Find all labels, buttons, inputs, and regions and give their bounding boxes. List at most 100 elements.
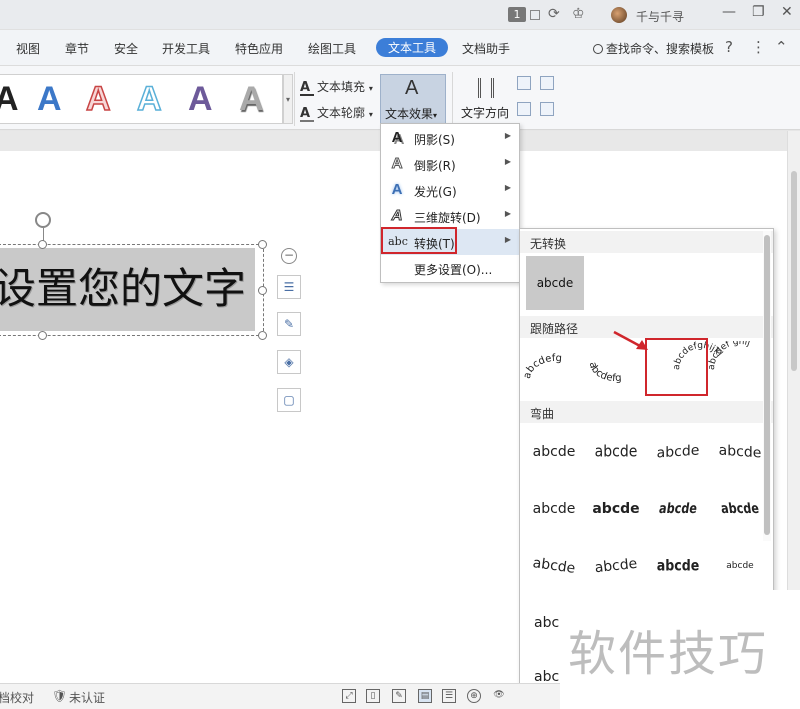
- warp-triangle-up[interactable]: abcde: [648, 425, 708, 479]
- menu-item-reflection[interactable]: A 倒影(R) ▶: [381, 151, 519, 177]
- web-view-icon[interactable]: ⊕: [467, 689, 481, 703]
- text-style-gray[interactable]: A: [239, 79, 264, 119]
- warp-chevron-up[interactable]: abcde: [524, 484, 584, 534]
- write-mode-icon[interactable]: ✎: [392, 689, 406, 703]
- outline-icon[interactable]: ▢: [277, 388, 301, 412]
- text-box[interactable]: 设置您的文字: [0, 248, 255, 331]
- divider: [294, 72, 295, 126]
- resize-handle[interactable]: [258, 286, 267, 295]
- text-fill-button[interactable]: A 文本填充 ▾: [300, 78, 373, 96]
- menu-item-more-settings[interactable]: 更多设置(O)...: [381, 255, 519, 281]
- skin-icon[interactable]: ♔: [572, 6, 585, 22]
- restore-icon[interactable]: ❐: [752, 4, 765, 20]
- menu-item-shadow[interactable]: A 阴影(S) ▶: [381, 125, 519, 151]
- collapse-tools-icon[interactable]: −: [281, 248, 297, 264]
- break-link-icon[interactable]: [540, 102, 554, 116]
- divider: [452, 72, 453, 126]
- outline-view-icon[interactable]: ☰: [442, 689, 456, 703]
- text-style-gallery: A A A A A A: [0, 74, 283, 124]
- text-effect-button[interactable]: A 文本效果▾: [380, 74, 446, 126]
- warp-circle[interactable]: abcde: [651, 539, 705, 594]
- text-box-icon[interactable]: [540, 76, 554, 90]
- section-no-transform: 无转换: [520, 231, 773, 253]
- collapse-ribbon-icon[interactable]: ⌃: [775, 38, 788, 56]
- resize-handle[interactable]: [38, 240, 47, 249]
- text-style-blue[interactable]: A: [37, 79, 62, 119]
- layout-options-icon[interactable]: ☰: [277, 275, 301, 299]
- page-view-icon[interactable]: ▤: [418, 689, 432, 703]
- highlight-box-circle: [645, 338, 708, 396]
- text-style-red-outline[interactable]: A: [85, 79, 111, 119]
- text-direction-button[interactable]: 文字方向: [461, 74, 511, 126]
- no-transform-option[interactable]: abcde: [526, 256, 584, 310]
- help-icon[interactable]: ?: [725, 38, 733, 56]
- text-outline-button[interactable]: A 文本轮廓 ▾: [300, 104, 373, 122]
- gallery-expand-icon[interactable]: ▾: [283, 74, 293, 124]
- title-bar: 1 ⟳ ♔ 千与千寻 — ❐ ✕: [0, 0, 800, 30]
- text-box-content[interactable]: 设置您的文字: [0, 264, 246, 314]
- read-mode-icon[interactable]: ▯: [366, 689, 380, 703]
- tab-developer[interactable]: 开发工具: [162, 40, 210, 57]
- minimize-icon[interactable]: —: [722, 4, 736, 20]
- tab-view[interactable]: 视图: [16, 40, 40, 57]
- warp-chevron-down[interactable]: abcde: [586, 484, 646, 534]
- resize-handle[interactable]: [258, 240, 267, 249]
- resize-handle[interactable]: [258, 331, 267, 340]
- chevron-right-icon: ▶: [504, 235, 511, 244]
- status-bar: 档校对 🛡 未认证 ⤢ ▯ ✎ ▤ ☰ ⊕ 👁: [0, 683, 560, 709]
- sync-icon[interactable]: ⟳: [548, 6, 560, 22]
- warp-ring-outside[interactable]: abcde: [712, 484, 767, 534]
- panel-scrollbar-thumb[interactable]: [764, 235, 770, 535]
- certify-status[interactable]: 未认证: [69, 689, 105, 706]
- resize-handle[interactable]: [38, 331, 47, 340]
- warp-button[interactable]: abcde: [710, 541, 770, 591]
- tab-chapter[interactable]: 章节: [65, 40, 89, 57]
- pen-icon[interactable]: ✎: [277, 312, 301, 336]
- create-link-icon[interactable]: [517, 102, 531, 116]
- user-name[interactable]: 千与千寻: [636, 8, 684, 25]
- proofread-status[interactable]: 档校对: [0, 689, 34, 706]
- path-button[interactable]: abcdef ghij: [707, 341, 751, 370]
- command-search[interactable]: 查找命令、搜索模板: [593, 40, 714, 57]
- warp-ring-inside[interactable]: abcde: [650, 484, 705, 534]
- tab-doc-assistant[interactable]: 文档助手: [462, 40, 510, 57]
- chevron-down-icon: ▾: [368, 84, 373, 93]
- red-arrow-icon: [613, 330, 648, 350]
- window-layout-icon[interactable]: [530, 10, 540, 20]
- warp-triangle-down[interactable]: abcde: [710, 425, 770, 479]
- fullscreen-icon[interactable]: ⤢: [342, 689, 356, 703]
- fill-icon[interactable]: ◈: [277, 350, 301, 374]
- text-style-purple[interactable]: A: [188, 79, 213, 119]
- eye-protect-icon[interactable]: 👁: [492, 689, 506, 703]
- search-icon: [593, 44, 603, 54]
- tab-features[interactable]: 特色应用: [235, 40, 283, 57]
- highlight-box-transform: [381, 227, 457, 254]
- panel-scrollbar[interactable]: [763, 231, 771, 541]
- chevron-down-icon: ▾: [368, 110, 373, 119]
- menu-item-glow[interactable]: A 发光(G) ▶: [381, 177, 519, 203]
- tab-drawing-tools[interactable]: 绘图工具: [308, 40, 356, 57]
- warp-arch-up[interactable]: abcde: [521, 537, 587, 595]
- warp-plain[interactable]: abcde: [524, 427, 584, 477]
- more-icon[interactable]: ⋮: [751, 38, 766, 56]
- scrollbar-thumb[interactable]: [791, 171, 797, 371]
- tab-security[interactable]: 安全: [114, 40, 138, 57]
- close-icon[interactable]: ✕: [781, 4, 793, 20]
- page-count-badge[interactable]: 1: [508, 7, 526, 22]
- text-style-black[interactable]: A: [0, 79, 19, 119]
- path-arch-up[interactable]: abcdefg: [524, 353, 562, 380]
- text-style-blue-outline[interactable]: A: [136, 79, 162, 119]
- rotate-handle[interactable]: [35, 212, 51, 228]
- chevron-right-icon: ▶: [504, 183, 511, 192]
- align-text-icon[interactable]: [517, 76, 531, 90]
- section-warp: 弯曲: [520, 401, 773, 423]
- warp-stop[interactable]: abcde: [586, 423, 646, 481]
- warp-arch-down[interactable]: abcde: [584, 538, 649, 594]
- 3d-rotation-icon: A: [391, 207, 403, 224]
- path-arch-down[interactable]: abcdefg: [587, 361, 622, 384]
- tab-text-tools[interactable]: 文本工具: [376, 38, 449, 57]
- chevron-down-icon: ▾: [433, 111, 438, 120]
- text-fill-icon: A: [300, 81, 314, 96]
- avatar[interactable]: [611, 7, 627, 23]
- menu-item-3d-rotation[interactable]: A 三维旋转(D) ▶: [381, 203, 519, 229]
